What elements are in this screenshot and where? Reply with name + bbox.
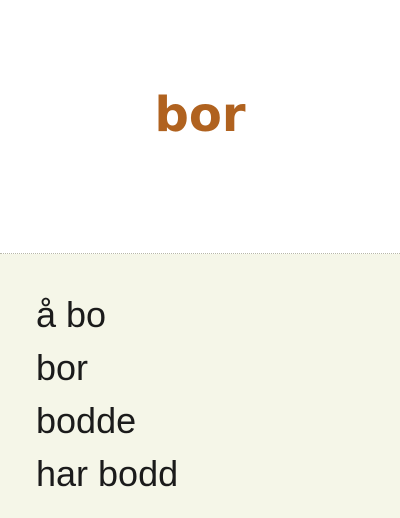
verb-forms-list: å bo bor bodde har bodd (36, 288, 178, 500)
verb-form-past: bodde (36, 400, 137, 441)
verb-form-infinitive: å bo (36, 294, 107, 335)
flashcard: bor å bo bor bodde har bodd (0, 0, 400, 518)
card-front-area: bor (0, 0, 400, 253)
headword: bor (154, 87, 246, 143)
verb-form-present: bor (36, 347, 89, 388)
verb-form-perfect: har bodd (36, 453, 179, 494)
